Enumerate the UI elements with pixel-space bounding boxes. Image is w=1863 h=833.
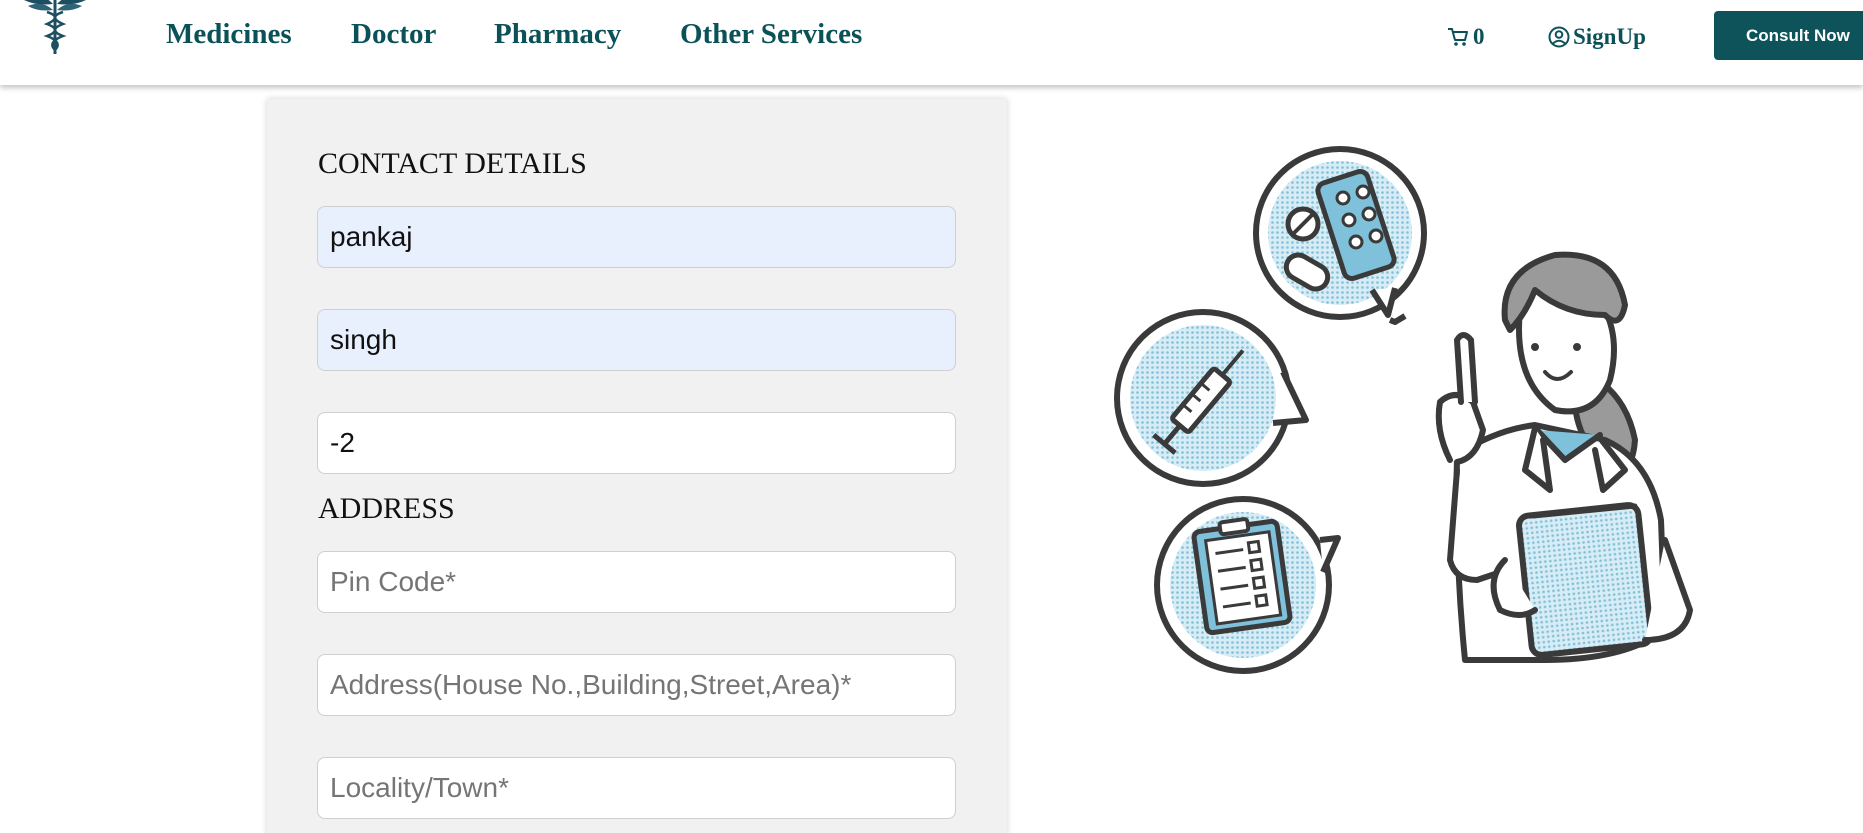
cart-icon [1448, 28, 1468, 46]
page: Medicines Doctor Pharmacy Other Services… [0, 0, 1863, 833]
cart-button[interactable]: 0 [1447, 22, 1485, 52]
phone-input[interactable] [317, 412, 956, 474]
pills-bubble-icon [1253, 146, 1427, 325]
doctor-illustration [1114, 146, 1693, 674]
address-heading: ADDRESS [318, 492, 455, 525]
cart-count: 0 [1473, 24, 1485, 49]
user-circle-icon [1548, 26, 1570, 48]
nav-other-services-link[interactable]: Other Services [680, 18, 862, 51]
nav-pharmacy-link[interactable]: Pharmacy [494, 18, 621, 51]
nav-doctor-link[interactable]: Doctor [351, 18, 436, 51]
last-name-input[interactable] [317, 309, 956, 371]
nav-medicines-link[interactable]: Medicines [166, 18, 292, 51]
address-input[interactable] [317, 654, 956, 716]
top-navbar: Medicines Doctor Pharmacy Other Services… [0, 0, 1863, 85]
syringe-bubble-icon [1114, 309, 1309, 487]
locality-input[interactable] [317, 757, 956, 819]
clipboard-bubble-icon [1154, 496, 1341, 674]
female-doctor-icon [1435, 251, 1693, 663]
first-name-input[interactable] [317, 206, 956, 268]
signup-button[interactable]: SignUp [1548, 22, 1646, 52]
contact-details-heading: CONTACT DETAILS [318, 147, 587, 180]
consult-now-button[interactable]: Consult Now [1714, 11, 1863, 60]
checkout-form-card: CONTACT DETAILS ADDRESS [267, 99, 1007, 833]
caduceus-logo-icon[interactable] [22, 0, 88, 58]
pin-code-input[interactable] [317, 551, 956, 613]
signup-label: SignUp [1573, 24, 1646, 49]
